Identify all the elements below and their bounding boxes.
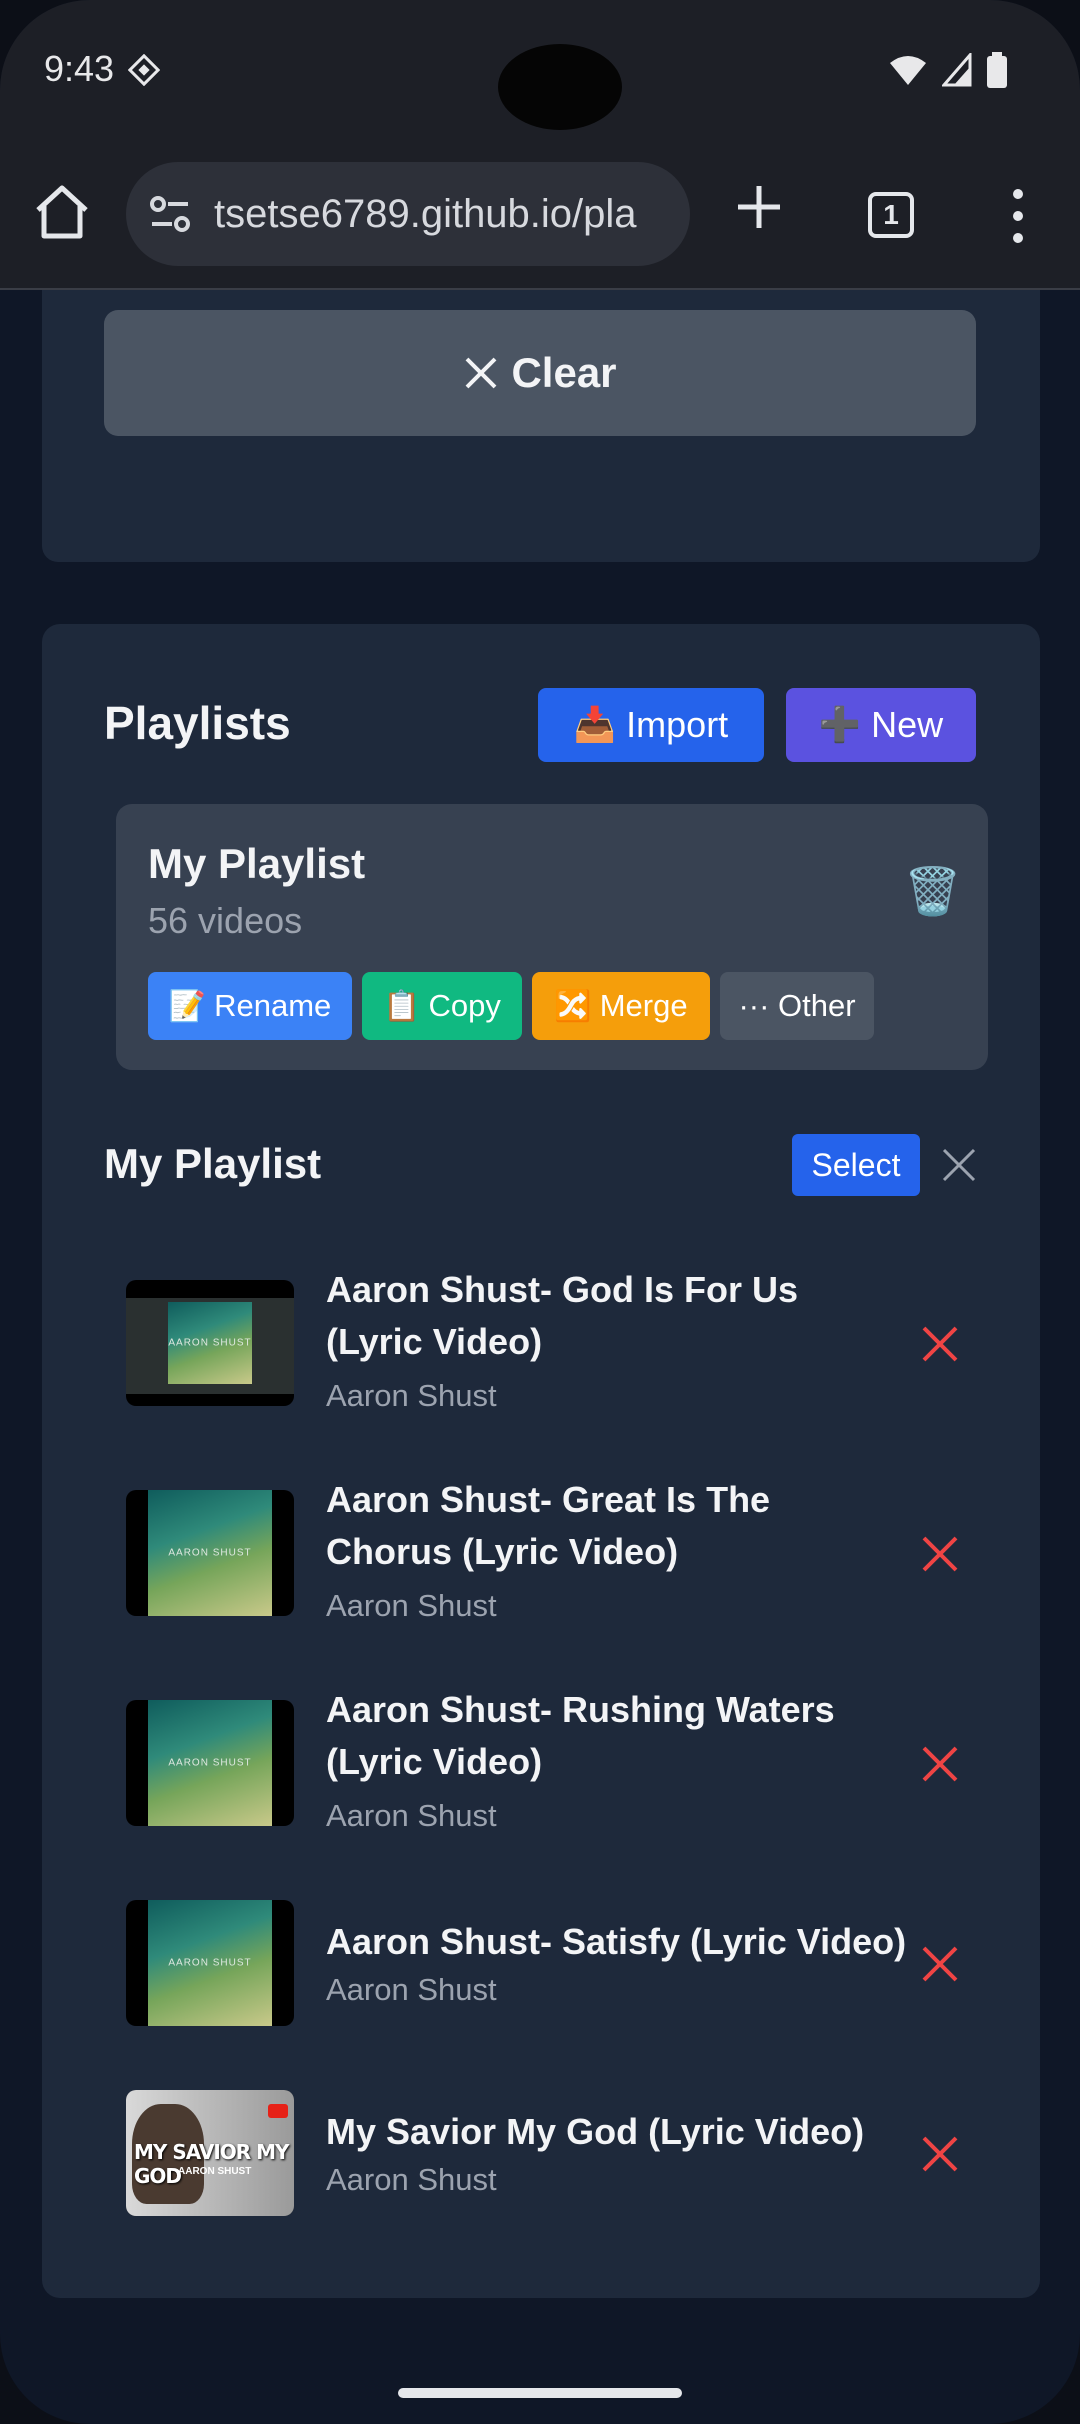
video-artist: Aaron Shust <box>326 1378 497 1413</box>
clipboard-icon: 📋 <box>383 989 421 1023</box>
video-thumbnail: AARON SHUST <box>126 1490 294 1616</box>
clear-label: Clear <box>511 349 617 396</box>
remove-video-icon[interactable] <box>920 1534 960 1574</box>
video-title: My Savior My God (Lyric Video) <box>326 2111 865 2152</box>
home-icon[interactable] <box>30 180 94 244</box>
thumbnail-label: AARON SHUST <box>168 1757 252 1769</box>
phone-screen: 9:43 tsetse6789.github.io/pla 1 Clear Pl… <box>0 0 1080 2424</box>
other-button[interactable]: ··· Other <box>720 972 874 1040</box>
status-icons <box>888 52 1008 88</box>
rename-label: Rename <box>214 988 332 1023</box>
video-thumbnail: AARON SHUST <box>126 1900 294 2026</box>
shuffle-icon: 🔀 <box>554 989 592 1023</box>
rename-button[interactable]: 📝 Rename <box>148 972 352 1040</box>
merge-label: Merge <box>599 988 688 1023</box>
memo-icon: 📝 <box>168 989 207 1023</box>
clear-button[interactable]: Clear <box>104 310 976 436</box>
video-artist: Aaron Shust <box>326 1972 497 2007</box>
thumbnail-art: MY SAVIOR MY GOD AARON SHUST <box>126 2090 294 2216</box>
thumbnail-art: AARON SHUST <box>148 1700 272 1826</box>
more-menu-icon[interactable] <box>1000 186 1036 246</box>
new-playlist-button[interactable]: ➕ New <box>786 688 976 762</box>
import-button[interactable]: 📥 Import <box>538 688 764 762</box>
thumbnail-art: AARON SHUST <box>148 1490 272 1616</box>
site-settings-icon[interactable] <box>146 190 194 238</box>
new-tab-icon[interactable] <box>734 182 784 232</box>
thumbnail-art: AARON SHUST <box>168 1302 252 1384</box>
thumbnail-label: AARON SHUST <box>168 1547 252 1559</box>
inbox-tray-icon: 📥 <box>573 706 617 744</box>
wifi-icon <box>890 56 926 85</box>
status-time: 9:43 <box>44 48 115 89</box>
youtube-logo-icon <box>268 2104 288 2118</box>
copy-button[interactable]: 📋 Copy <box>362 972 522 1040</box>
list-item[interactable]: MY SAVIOR MY GOD AARON SHUST My Savior M… <box>126 2090 986 2216</box>
video-artist: Aaron Shust <box>326 1588 497 1623</box>
signal-icon <box>942 53 972 87</box>
browser-chrome: 9:43 tsetse6789.github.io/pla 1 <box>0 0 1080 290</box>
home-gesture-bar[interactable] <box>398 2388 682 2398</box>
camera-cutout <box>498 44 622 130</box>
list-item[interactable]: AARON SHUST Aaron Shust- God Is For Us (… <box>126 1266 986 1416</box>
video-artist: Aaron Shust <box>326 1798 497 1833</box>
address-bar[interactable]: tsetse6789.github.io/pla <box>126 162 690 266</box>
remove-video-icon[interactable] <box>920 1944 960 1984</box>
remove-video-icon[interactable] <box>920 2134 960 2174</box>
url-text[interactable]: tsetse6789.github.io/pla <box>214 192 637 237</box>
thumbnail-art: AARON SHUST <box>148 1900 272 2026</box>
thumbnail-label: AARON SHUST <box>168 1957 252 1969</box>
notification-diamond-icon <box>128 54 160 86</box>
battery-icon <box>987 52 1007 88</box>
copy-label: Copy <box>428 988 501 1023</box>
video-title: Aaron Shust- Great Is The Chorus (Lyric … <box>326 1479 771 1572</box>
select-button[interactable]: Select <box>792 1134 920 1196</box>
list-item[interactable]: AARON SHUST Aaron Shust- Great Is The Ch… <box>126 1476 986 1626</box>
playlist-name: My Playlist <box>148 840 366 887</box>
video-thumbnail: AARON SHUST <box>126 1700 294 1826</box>
remove-video-icon[interactable] <box>920 1744 960 1784</box>
import-label: Import <box>626 704 729 745</box>
merge-button[interactable]: 🔀 Merge <box>532 972 710 1040</box>
video-title: Aaron Shust- Satisfy (Lyric Video) <box>326 1921 907 1962</box>
plus-icon: ➕ <box>818 706 862 744</box>
playlist-video-count: 56 videos <box>148 900 303 941</box>
video-thumbnail: MY SAVIOR MY GOD AARON SHUST <box>126 2090 294 2216</box>
list-item[interactable]: AARON SHUST Aaron Shust- Satisfy (Lyric … <box>126 1900 986 2026</box>
playlists-heading: Playlists <box>104 697 291 749</box>
list-item[interactable]: AARON SHUST Aaron Shust- Rushing Waters … <box>126 1686 986 1836</box>
video-artist: Aaron Shust <box>326 2162 497 2197</box>
trash-icon[interactable]: 🗑️ <box>904 864 961 919</box>
remove-video-icon[interactable] <box>920 1324 960 1364</box>
thumbnail-label: AARON SHUST <box>168 1337 252 1349</box>
close-icon <box>466 357 497 389</box>
video-thumbnail: AARON SHUST <box>126 1280 294 1406</box>
video-title: Aaron Shust- Rushing Waters (Lyric Video… <box>326 1689 835 1782</box>
thumbnail-subtitle: AARON SHUST <box>178 2166 252 2177</box>
video-title: Aaron Shust- God Is For Us (Lyric Video) <box>326 1269 799 1362</box>
new-label: New <box>871 704 944 745</box>
close-list-icon[interactable] <box>940 1146 978 1184</box>
thumbnail-title: MY SAVIOR MY GOD <box>134 2140 290 2188</box>
current-playlist-title: My Playlist <box>104 1140 322 1187</box>
tab-switcher-button[interactable]: 1 <box>868 192 914 238</box>
